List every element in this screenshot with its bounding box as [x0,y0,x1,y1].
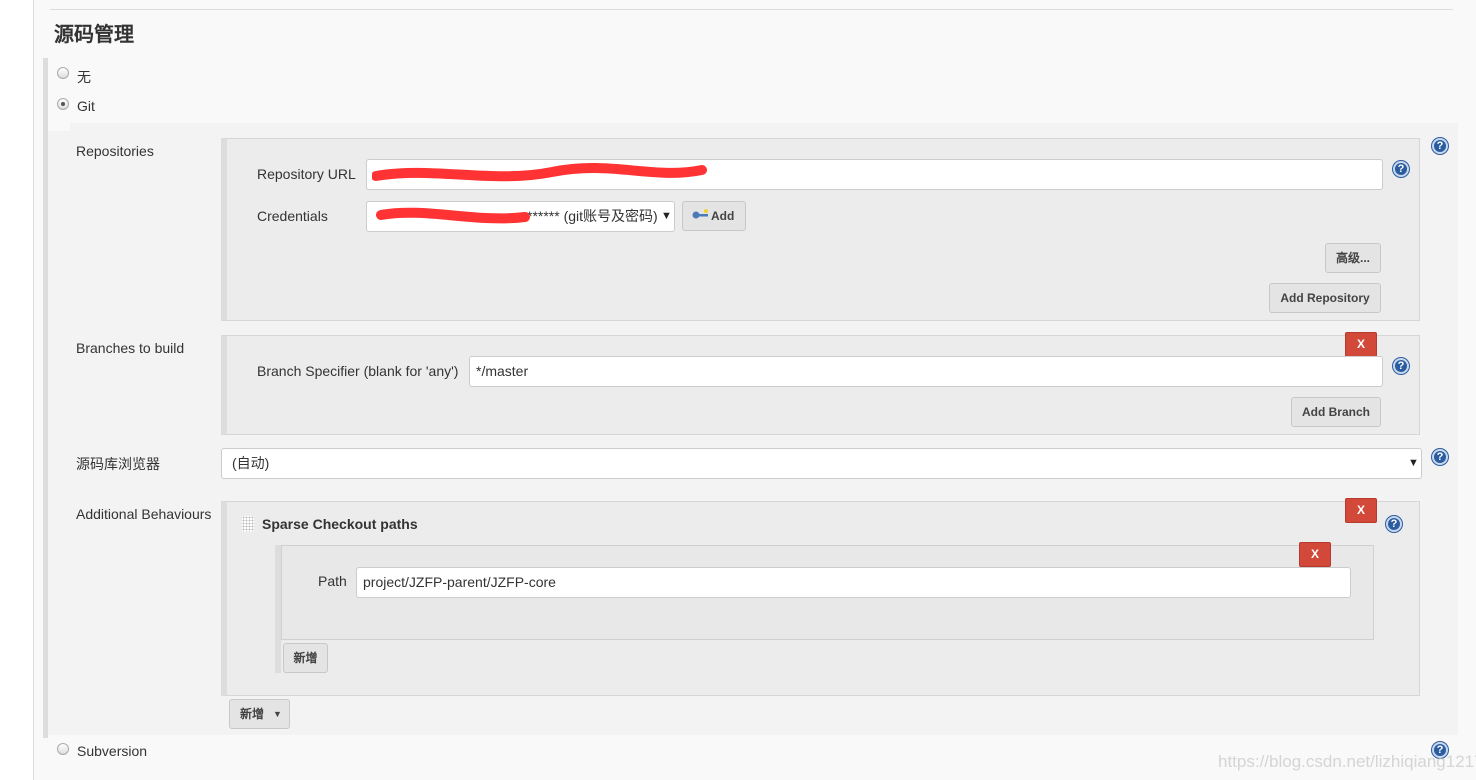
key-icon [692,209,708,219]
branches-label: Branches to build [76,340,185,356]
radio-git[interactable] [57,98,69,110]
add-repository-button[interactable]: Add Repository [1269,283,1381,313]
radio-subversion[interactable] [57,743,69,755]
help-icon[interactable]: ? [1393,358,1409,374]
dropdown-arrow-icon: ▼ [661,210,672,222]
delete-behaviour-button[interactable]: X [1345,498,1377,523]
path-label: Path [318,573,347,589]
browser-select[interactable]: (自动) [221,448,1422,479]
branch-specifier-input[interactable]: */master [469,356,1383,387]
sparse-checkout-title: Sparse Checkout paths [262,516,418,532]
credentials-label: Credentials [257,208,328,224]
section-title: 源码管理 [54,22,134,46]
delete-branch-button[interactable]: X [1345,332,1377,357]
advanced-button[interactable]: 高级... [1325,243,1381,273]
add-path-button[interactable]: 新增 [283,643,328,673]
watermark: https://blog.csdn.net/lizhiqiang1217 [1218,752,1476,771]
repository-url-label: Repository URL [257,166,356,182]
radio-git-label: Git [77,98,95,114]
branch-specifier-label: Branch Specifier (blank for 'any') [257,363,459,379]
path-input[interactable]: project/JZFP-parent/JZFP-core [356,567,1351,598]
behaviours-label: Additional Behaviours [76,506,212,522]
caret-down-icon: ▼ [273,709,282,719]
radio-subversion-label: Subversion [77,743,148,759]
add-branch-button[interactable]: Add Branch [1291,397,1381,427]
help-icon[interactable]: ? [1393,161,1409,177]
delete-path-button[interactable]: X [1299,542,1331,567]
help-icon[interactable]: ? [1432,449,1448,465]
help-icon[interactable]: ? [1432,138,1448,154]
add-behaviour-button[interactable]: 新增 ▼ [229,699,290,729]
divider [50,9,1453,10]
help-icon[interactable]: ? [1386,516,1402,532]
browser-label: 源码库浏览器 [76,456,160,472]
redaction-scribble [372,163,707,182]
radio-none-label: 无 [77,69,91,85]
credentials-value: ****** (git账号及密码) [527,208,658,224]
redaction-scribble [376,207,530,224]
radio-none[interactable] [57,67,69,79]
dropdown-arrow-icon: ▼ [1408,457,1419,469]
drag-handle-icon[interactable] [242,516,254,532]
repositories-label: Repositories [76,143,154,159]
